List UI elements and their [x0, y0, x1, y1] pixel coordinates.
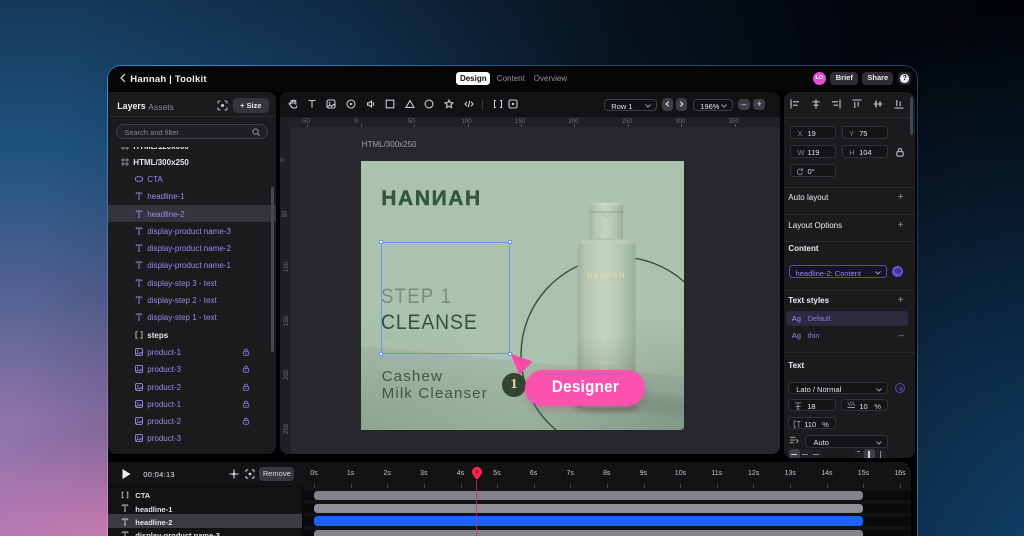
- svg-text:CASHEW: CASHEW: [597, 361, 615, 365]
- svg-text:HANИAH: HANИAH: [587, 273, 626, 280]
